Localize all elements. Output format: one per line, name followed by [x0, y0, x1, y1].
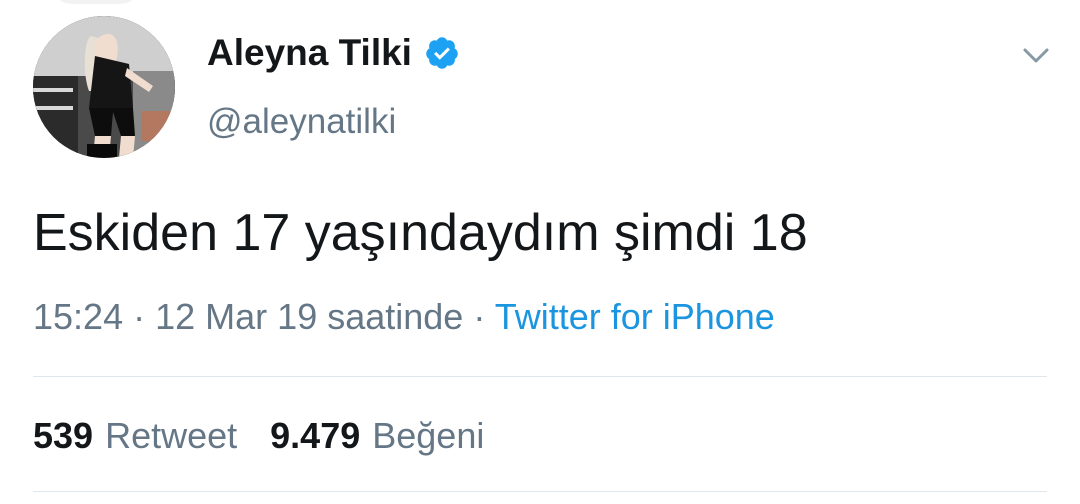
tweet-detail: Aleyna Tilki @aleynatilki Eskiden 17 yaş… [0, 0, 1080, 504]
retweet-count: 539 [33, 415, 94, 456]
verified-badge-icon [426, 37, 458, 69]
tweet-text: Eskiden 17 yaşındaydım şimdi 18 [33, 204, 808, 262]
display-name-row: Aleyna Tilki [207, 30, 460, 76]
meta-separator: · [473, 296, 486, 337]
like-count: 9.479 [270, 415, 361, 456]
profile-photo [33, 16, 175, 158]
tweet-time: 15:24 [33, 296, 124, 337]
user-handle[interactable]: @aleynatilki [207, 100, 396, 144]
previous-avatar-edge [50, 0, 142, 4]
like-label: Beğeni [372, 415, 485, 456]
tweet-date: 12 Mar 19 saatinde [155, 296, 464, 337]
tweet-stats: 539 Retweet 9.479 Beğeni [33, 413, 484, 459]
meta-separator: · [133, 296, 146, 337]
tweet-source-link[interactable]: Twitter for iPhone [495, 296, 775, 337]
retweet-label: Retweet [105, 415, 238, 456]
likes-stat[interactable]: 9.479 Beğeni [270, 413, 484, 459]
chevron-down-icon[interactable] [1018, 40, 1054, 70]
avatar[interactable] [33, 16, 175, 158]
divider [33, 491, 1047, 492]
divider [33, 376, 1047, 377]
tweet-metadata: 15:24 · 12 Mar 19 saatinde · Twitter for… [33, 293, 775, 341]
retweets-stat[interactable]: 539 Retweet [33, 413, 237, 459]
display-name[interactable]: Aleyna Tilki [207, 30, 412, 76]
